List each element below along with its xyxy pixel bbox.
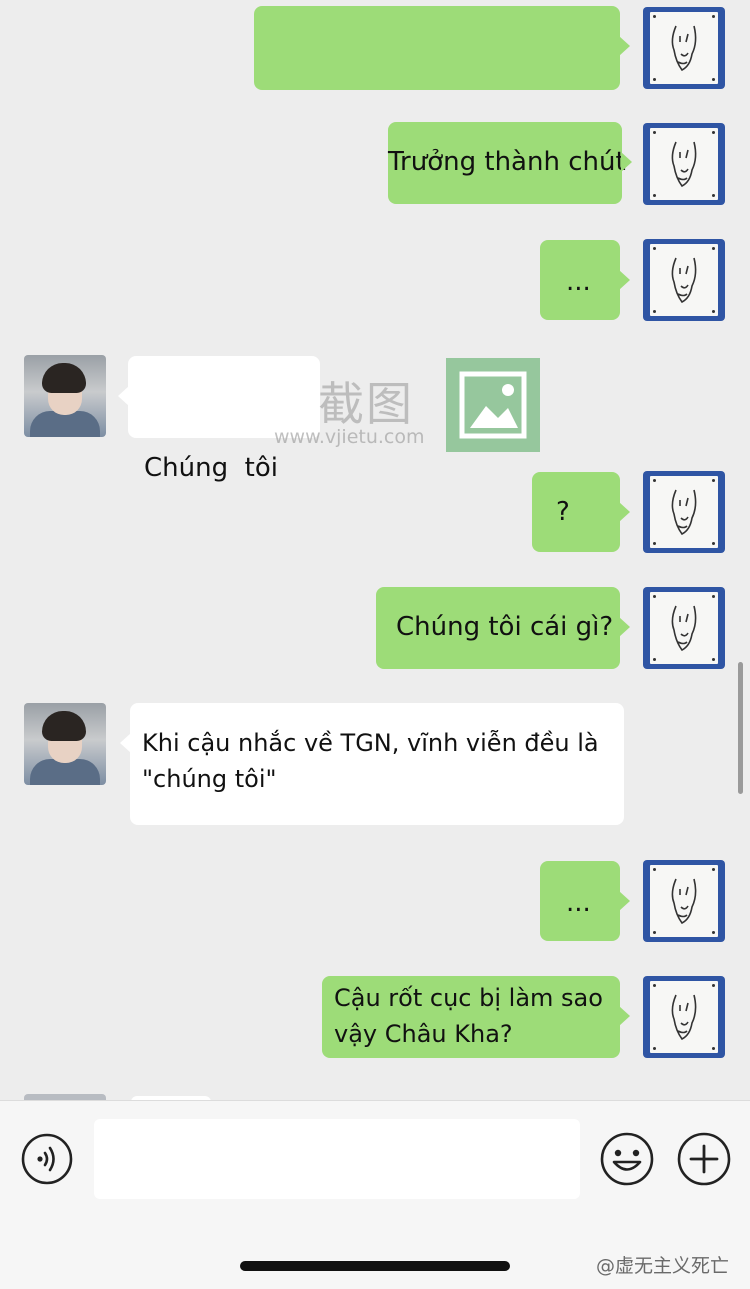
message-text: Trưởng thành chút: [388, 147, 626, 177]
contact-avatar[interactable]: [24, 355, 106, 437]
contact-avatar[interactable]: [24, 703, 106, 785]
message-text-line: Khi cậu nhắc về TGN, vĩnh viễn đều là: [142, 729, 599, 757]
message-text-line: vậy Châu Kha?: [334, 1020, 513, 1048]
message-bubble-sent[interactable]: Cậu rốt cục bị làm sao vậy Châu Kha?: [322, 976, 630, 1058]
message-bubble-sent[interactable]: Trưởng thành chút: [388, 122, 632, 204]
emoji-icon[interactable]: [599, 1131, 654, 1186]
my-avatar[interactable]: [643, 239, 725, 321]
message-bubble-received[interactable]: Khi cậu nhắc về TGN, vĩnh viễn đều là "c…: [120, 703, 624, 825]
image-icon: [446, 358, 540, 452]
message-bubble-sent[interactable]: ?: [532, 472, 630, 552]
credit-watermark: @虚无主义死亡: [596, 1255, 730, 1277]
watermark-url: www.vjietu.com: [274, 426, 425, 448]
message-text: ?: [556, 497, 570, 527]
message-text: Chúng tôi cái gì?: [396, 612, 614, 642]
my-avatar[interactable]: [643, 976, 725, 1058]
my-avatar[interactable]: [643, 860, 725, 942]
home-indicator[interactable]: [240, 1261, 510, 1271]
my-avatar[interactable]: [643, 587, 725, 669]
my-avatar[interactable]: [643, 7, 725, 89]
voice-icon[interactable]: [20, 1132, 74, 1186]
chat-area[interactable]: Trưởng thành chút ... Chúng tôi 截图 www.v…: [0, 0, 750, 1100]
message-text: Chúng tôi: [144, 453, 278, 483]
message-bubble-sent[interactable]: [254, 6, 630, 90]
message-input[interactable]: [94, 1119, 580, 1199]
my-avatar[interactable]: [643, 471, 725, 553]
message-text: ...: [566, 888, 591, 918]
message-bubble-sent[interactable]: Chúng tôi cái gì?: [376, 587, 630, 669]
plus-icon[interactable]: [676, 1131, 731, 1186]
watermark-text: 截图: [318, 377, 414, 431]
message-text-line: Cậu rốt cục bị làm sao: [334, 984, 603, 1012]
watermark: 截图 www.vjietu.com: [270, 358, 542, 454]
input-bar: @虚无主义死亡: [0, 1100, 750, 1289]
message-bubble-sent[interactable]: ...: [540, 861, 630, 941]
message-text-line: "chúng tôi": [142, 765, 277, 793]
scrollbar[interactable]: [738, 662, 743, 794]
my-avatar[interactable]: [643, 123, 725, 205]
message-bubble-sent[interactable]: ...: [540, 240, 630, 320]
message-text: ...: [566, 267, 591, 297]
